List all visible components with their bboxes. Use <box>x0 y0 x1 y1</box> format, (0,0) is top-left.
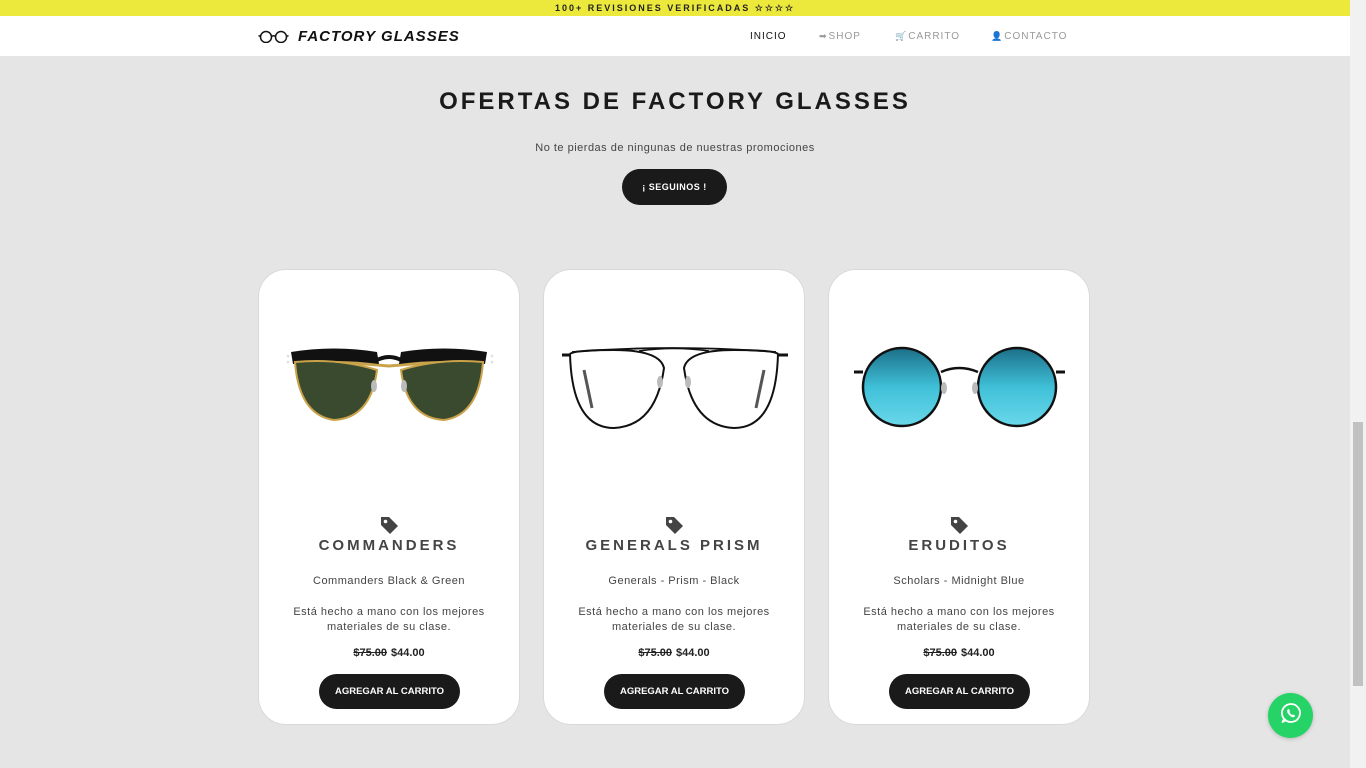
sale-price: $44.00 <box>961 647 995 659</box>
whatsapp-icon <box>1279 701 1303 730</box>
product-variant: Commanders Black & Green <box>313 575 465 587</box>
product-price: $75.00 $44.00 <box>829 647 1089 659</box>
product-image[interactable] <box>544 330 804 440</box>
arrow-right-icon: ➡ <box>819 30 828 41</box>
old-price: $75.00 <box>923 647 957 659</box>
nav-inicio-label: INICIO <box>750 30 787 42</box>
glasses-icon <box>258 29 289 43</box>
product-name: GENERALS PRISM <box>585 537 763 554</box>
cart-icon: 🛒 <box>895 30 908 41</box>
product-image[interactable] <box>829 330 1089 440</box>
page-title: OFERTAS DE FACTORY GLASSES <box>439 88 911 115</box>
product-description: Está hecho a mano con los mejores materi… <box>578 606 770 633</box>
product-variant: Scholars - Midnight Blue <box>893 575 1025 587</box>
add-to-cart-button[interactable]: AGREGAR AL CARRITO <box>604 674 745 709</box>
nav-shop-label: SHOP <box>828 30 861 42</box>
add-to-cart-button[interactable]: AGREGAR AL CARRITO <box>889 674 1030 709</box>
follow-button[interactable]: ¡ SEGUINOS ! <box>622 169 727 205</box>
old-price: $75.00 <box>638 647 672 659</box>
nav-contacto[interactable]: 👤 CONTACTO <box>991 16 1067 56</box>
product-description: Está hecho a mano con los mejores materi… <box>293 606 485 633</box>
brand-logo[interactable]: FACTORY GLASSES <box>258 24 460 48</box>
scrollbar[interactable] <box>1350 0 1366 768</box>
sale-price: $44.00 <box>676 647 710 659</box>
product-name: COMMANDERS <box>318 537 460 554</box>
brand-name: FACTORY GLASSES <box>298 27 460 45</box>
announcement-bar: 100+ REVISIONES VERIFICADAS ☆☆☆☆ <box>0 0 1350 16</box>
scrollbar-thumb[interactable] <box>1353 422 1363 686</box>
product-name: ERUDITOS <box>908 537 1010 554</box>
nav-contacto-label: CONTACTO <box>1004 30 1068 42</box>
product-image[interactable] <box>259 330 519 440</box>
product-card-commanders: COMMANDERS Commanders Black & Green Está… <box>258 269 520 725</box>
announcement-text: 100+ REVISIONES VERIFICADAS ☆☆☆☆ <box>554 3 796 13</box>
sale-price: $44.00 <box>391 647 425 659</box>
product-card-generals-prism: GENERALS PRISM Generals - Prism - Black … <box>543 269 805 725</box>
old-price: $75.00 <box>353 647 387 659</box>
whatsapp-button[interactable] <box>1268 693 1313 738</box>
nav-carrito-label: CARRITO <box>908 30 961 42</box>
user-icon: 👤 <box>991 30 1004 41</box>
product-price: $75.00 $44.00 <box>259 647 519 659</box>
add-to-cart-button[interactable]: AGREGAR AL CARRITO <box>319 674 460 709</box>
nav-shop[interactable]: ➡ SHOP <box>819 16 861 56</box>
navbar: FACTORY GLASSES INICIO ➡ SHOP 🛒 CARRITO … <box>0 16 1350 56</box>
nav-carrito[interactable]: 🛒 CARRITO <box>895 16 960 56</box>
product-card-eruditos: ERUDITOS Scholars - Midnight Blue Está h… <box>828 269 1090 725</box>
product-variant: Generals - Prism - Black <box>608 575 740 587</box>
nav-inicio[interactable]: INICIO <box>750 16 787 56</box>
product-price: $75.00 $44.00 <box>544 647 804 659</box>
page-subtitle: No te pierdas de ningunas de nuestras pr… <box>535 142 815 154</box>
product-description: Está hecho a mano con los mejores materi… <box>863 606 1055 633</box>
